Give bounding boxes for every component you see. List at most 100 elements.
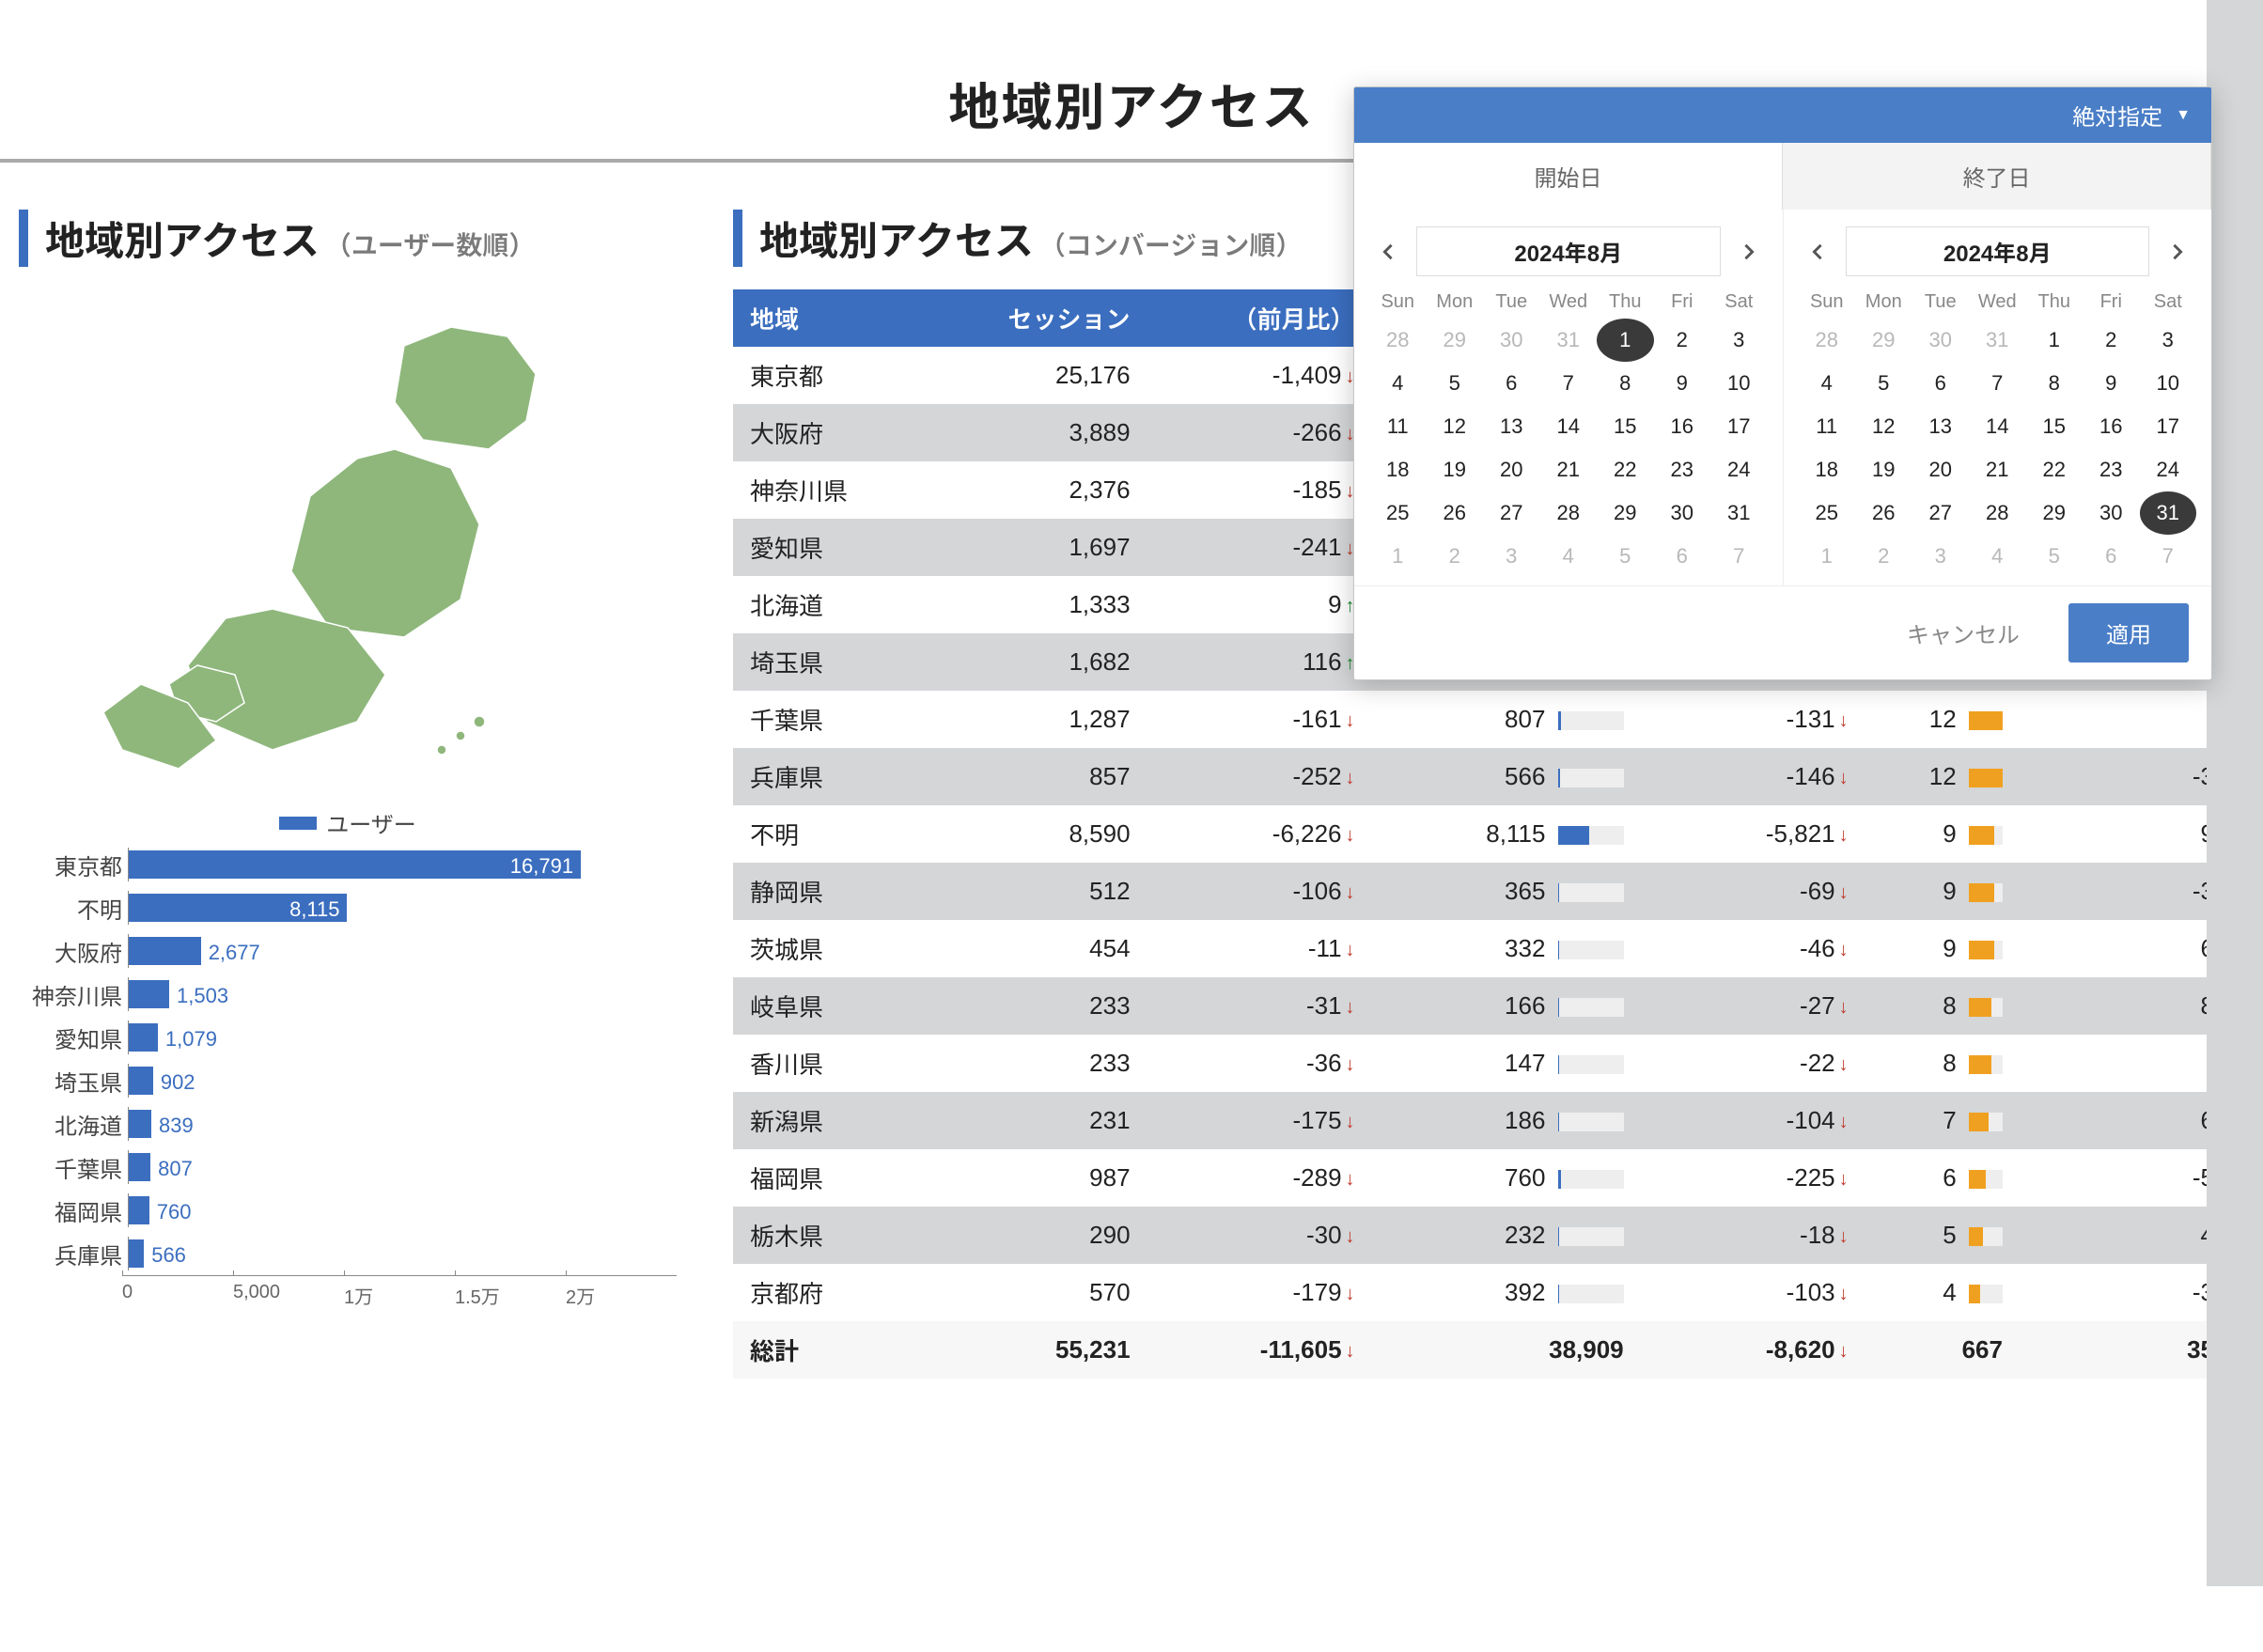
calendar-day[interactable]: 15 — [2026, 405, 2084, 448]
calendar-day[interactable]: 12 — [1855, 405, 1912, 448]
calendar-day[interactable]: 4 — [1369, 362, 1427, 405]
calendar-day[interactable]: 10 — [1710, 362, 1768, 405]
calendar-day-muted[interactable]: 30 — [1912, 319, 1970, 362]
calendar-day[interactable]: 17 — [2140, 405, 2197, 448]
calendar-day[interactable]: 25 — [1369, 491, 1427, 535]
calendar-day[interactable]: 16 — [1654, 405, 1711, 448]
calendar-day[interactable]: 24 — [2140, 448, 2197, 491]
cancel-button[interactable]: キャンセル — [1881, 603, 2046, 662]
calendar-day[interactable]: 15 — [1597, 405, 1654, 448]
calendar-day[interactable]: 2 — [1654, 319, 1711, 362]
calendar-day[interactable]: 31 — [2140, 491, 2197, 535]
calendar-day[interactable]: 11 — [1369, 405, 1427, 448]
total-cell: 667 — [1865, 1321, 2020, 1379]
calendar-day[interactable]: 23 — [2083, 448, 2140, 491]
calendar-day[interactable]: 16 — [2083, 405, 2140, 448]
calendar-day-muted[interactable]: 2 — [1427, 535, 1484, 578]
calendar-day[interactable]: 27 — [1483, 491, 1540, 535]
calendar-day[interactable]: 20 — [1912, 448, 1970, 491]
column-header[interactable]: セッション — [923, 289, 1147, 347]
calendar-day-muted[interactable]: 31 — [1540, 319, 1598, 362]
calendar-day[interactable]: 25 — [1799, 491, 1856, 535]
calendar-day[interactable]: 1 — [1597, 319, 1654, 362]
calendar-day[interactable]: 14 — [1969, 405, 2026, 448]
next-month-button-end[interactable] — [2159, 233, 2196, 271]
calendar-day[interactable]: 30 — [2083, 491, 2140, 535]
calendar-day-muted[interactable]: 6 — [1654, 535, 1711, 578]
start-month-label[interactable]: 2024年8月 — [1416, 226, 1721, 276]
apply-button[interactable]: 適用 — [2068, 603, 2189, 662]
calendar-day[interactable]: 24 — [1710, 448, 1768, 491]
calendar-day[interactable]: 5 — [1855, 362, 1912, 405]
calendar-day-muted[interactable]: 7 — [2140, 535, 2197, 578]
calendar-day[interactable]: 4 — [1799, 362, 1856, 405]
calendar-day-muted[interactable]: 4 — [1540, 535, 1598, 578]
calendar-day[interactable]: 14 — [1540, 405, 1598, 448]
calendar-day[interactable]: 31 — [1710, 491, 1768, 535]
calendar-day[interactable]: 2 — [2083, 319, 2140, 362]
calendar-day[interactable]: 22 — [2026, 448, 2084, 491]
range-mode-dropdown[interactable]: 絶対指定 ▼ — [2072, 99, 2191, 132]
end-month-label[interactable]: 2024年8月 — [1846, 226, 2150, 276]
calendar-day-muted[interactable]: 29 — [1427, 319, 1484, 362]
tab-end-date[interactable]: 終了日 — [1783, 143, 2211, 210]
calendar-day[interactable]: 6 — [1483, 362, 1540, 405]
calendar-day[interactable]: 7 — [1969, 362, 2026, 405]
calendar-day[interactable]: 17 — [1710, 405, 1768, 448]
prev-month-button-end[interactable] — [1799, 233, 1836, 271]
calendar-day[interactable]: 30 — [1654, 491, 1711, 535]
calendar-day-muted[interactable]: 1 — [1799, 535, 1856, 578]
calendar-day[interactable]: 26 — [1855, 491, 1912, 535]
calendar-day[interactable]: 28 — [1540, 491, 1598, 535]
calendar-day[interactable]: 18 — [1369, 448, 1427, 491]
calendar-day[interactable]: 9 — [2083, 362, 2140, 405]
calendar-day[interactable]: 29 — [2026, 491, 2084, 535]
column-header[interactable]: 地域 — [733, 289, 923, 347]
calendar-day[interactable]: 27 — [1912, 491, 1970, 535]
calendar-day[interactable]: 22 — [1597, 448, 1654, 491]
calendar-day-muted[interactable]: 29 — [1855, 319, 1912, 362]
calendar-day[interactable]: 23 — [1654, 448, 1711, 491]
calendar-day[interactable]: 10 — [2140, 362, 2197, 405]
prev-month-button[interactable] — [1369, 233, 1407, 271]
calendar-day-muted[interactable]: 2 — [1855, 535, 1912, 578]
calendar-day-muted[interactable]: 5 — [2026, 535, 2084, 578]
calendar-day-muted[interactable]: 1 — [1369, 535, 1427, 578]
calendar-day-muted[interactable]: 28 — [1369, 319, 1427, 362]
calendar-day[interactable]: 28 — [1969, 491, 2026, 535]
tab-start-date[interactable]: 開始日 — [1354, 143, 1783, 210]
calendar-day[interactable]: 20 — [1483, 448, 1540, 491]
calendar-day[interactable]: 13 — [1483, 405, 1540, 448]
calendar-day-muted[interactable]: 3 — [1483, 535, 1540, 578]
calendar-day[interactable]: 18 — [1799, 448, 1856, 491]
calendar-day[interactable]: 19 — [1427, 448, 1484, 491]
calendar-day-muted[interactable]: 30 — [1483, 319, 1540, 362]
calendar-day[interactable]: 6 — [1912, 362, 1970, 405]
calendar-day[interactable]: 26 — [1427, 491, 1484, 535]
calendar-day-muted[interactable]: 4 — [1969, 535, 2026, 578]
calendar-day-muted[interactable]: 7 — [1710, 535, 1768, 578]
calendar-day-muted[interactable]: 6 — [2083, 535, 2140, 578]
calendar-day[interactable]: 29 — [1597, 491, 1654, 535]
calendar-day[interactable]: 8 — [2026, 362, 2084, 405]
calendar-day-muted[interactable]: 28 — [1799, 319, 1856, 362]
calendar-day[interactable]: 1 — [2026, 319, 2084, 362]
calendar-day[interactable]: 8 — [1597, 362, 1654, 405]
calendar-day[interactable]: 13 — [1912, 405, 1970, 448]
column-header[interactable]: （前月比） — [1147, 289, 1372, 347]
calendar-day[interactable]: 3 — [2140, 319, 2197, 362]
calendar-day[interactable]: 12 — [1427, 405, 1484, 448]
calendar-day-muted[interactable]: 5 — [1597, 535, 1654, 578]
calendar-day[interactable]: 11 — [1799, 405, 1856, 448]
next-month-button[interactable] — [1730, 233, 1768, 271]
calendar-day[interactable]: 21 — [1540, 448, 1598, 491]
calendar-day[interactable]: 21 — [1969, 448, 2026, 491]
calendar-day[interactable]: 19 — [1855, 448, 1912, 491]
calendar-day[interactable]: 3 — [1710, 319, 1768, 362]
calendar-day[interactable]: 5 — [1427, 362, 1484, 405]
table-cell: -69↓ — [1641, 863, 1865, 920]
calendar-day-muted[interactable]: 3 — [1912, 535, 1970, 578]
calendar-day-muted[interactable]: 31 — [1969, 319, 2026, 362]
calendar-day[interactable]: 9 — [1654, 362, 1711, 405]
calendar-day[interactable]: 7 — [1540, 362, 1598, 405]
